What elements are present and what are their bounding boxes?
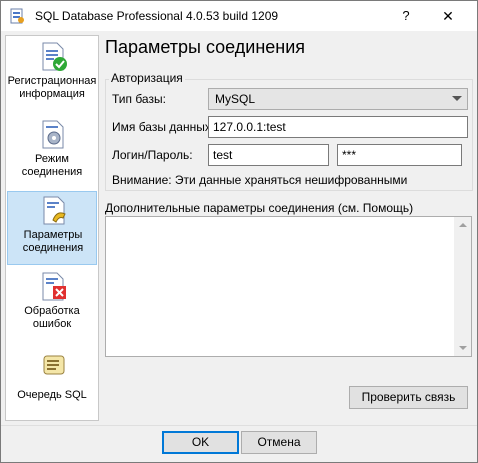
sidebar-item-registration[interactable]: Регистрационная информация [7,38,97,112]
db-name-label: Имя базы данных: [112,120,215,134]
sidebar-item-error-handling[interactable]: Обработка ошибок [7,268,97,342]
sidebar-item-label: Режим соединения [21,153,83,178]
dialog-window: SQL Database Professional 4.0.53 build 1… [0,0,478,463]
ok-button[interactable]: OK [162,431,239,454]
login-field[interactable]: test [208,144,329,166]
document-error-icon [40,272,68,302]
close-button[interactable]: ✕ [428,5,468,27]
dialog-button-bar [1,425,477,462]
password-field[interactable]: *** [337,144,462,166]
sidebar-item-label: Обработка ошибок [24,305,80,330]
authorization-legend: Авторизация [109,71,185,85]
document-checkmark-icon [40,42,68,72]
document-gear-icon [40,120,68,150]
sidebar-item-label: Регистрационная информация [7,75,97,100]
extra-params-textarea[interactable] [105,216,472,357]
cancel-button[interactable]: Отмена [241,431,317,454]
db-type-select[interactable]: MySQL [208,88,468,110]
unencrypted-warning: Внимание: Эти данные храняться нешифрова… [112,173,408,187]
sidebar-item-connection-mode[interactable]: Режим соединения [7,116,97,190]
sidebar-item-sql-queue[interactable]: Очередь SQL [7,346,97,420]
check-connection-button[interactable]: Проверить связь [349,386,468,409]
app-icon [9,8,25,24]
window-title: SQL Database Professional 4.0.53 build 1… [35,9,279,23]
sidebar-item-label: Очередь SQL [17,389,87,401]
sidebar-item-label: Параметры соединения [22,229,84,254]
chevron-down-icon [452,96,462,101]
scroll-queue-icon [40,350,68,380]
login-label: Логин/Пароль: [112,148,193,162]
scroll-down-icon[interactable] [459,346,467,350]
sidebar: Регистрационная информация Режим соедине… [5,35,99,421]
title-bar: SQL Database Professional 4.0.53 build 1… [1,1,477,31]
db-name-field[interactable]: 127.0.0.1:test [208,116,468,138]
extra-params-label: Дополнительные параметры соединения (см.… [105,201,414,215]
sidebar-item-connection-params[interactable]: Параметры соединения [7,191,97,265]
page-title: Параметры соединения [105,37,306,57]
db-type-value: MySQL [215,92,256,106]
help-button[interactable]: ? [394,5,418,27]
db-type-label: Тип базы: [112,92,166,106]
vertical-scrollbar[interactable] [454,217,471,356]
scroll-up-icon[interactable] [459,223,467,227]
document-plug-icon [41,196,69,226]
